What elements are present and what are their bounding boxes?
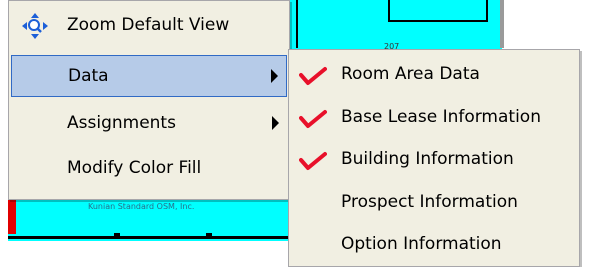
menu-item-label: Zoom Default View — [67, 15, 230, 35]
checkmark-icon — [299, 110, 327, 128]
submenu-item-option-information[interactable]: Option Information — [289, 224, 579, 266]
context-menu: Zoom Default View Data Assignments Modif… — [8, 0, 290, 200]
submenu-item-label: Option Information — [341, 234, 502, 254]
checkmark-icon — [299, 67, 327, 85]
data-submenu: Room Area Data Base Lease Information Bu… — [288, 49, 580, 267]
submenu-item-base-lease-information[interactable]: Base Lease Information — [289, 97, 579, 139]
plan-wall — [8, 236, 288, 239]
submenu-item-label: Room Area Data — [341, 64, 480, 84]
menu-item-assignments[interactable]: Assignments — [11, 102, 287, 144]
submenu-item-prospect-information[interactable]: Prospect Information — [289, 182, 579, 224]
menu-item-data[interactable]: Data — [11, 55, 287, 97]
canvas-right-edge — [500, 0, 504, 48]
menu-item-zoom-default-view[interactable]: Zoom Default View — [11, 4, 287, 46]
submenu-arrow-icon — [271, 69, 278, 83]
menu-item-label: Modify Color Fill — [67, 158, 202, 178]
menu-item-label: Data — [68, 66, 109, 86]
submenu-item-label: Building Information — [341, 149, 514, 169]
checkmark-icon — [299, 152, 327, 170]
submenu-arrow-icon — [272, 116, 279, 130]
menu-item-modify-color-fill[interactable]: Modify Color Fill — [11, 147, 287, 189]
submenu-item-building-information[interactable]: Building Information — [289, 139, 579, 181]
plan-wall — [296, 0, 298, 48]
plan-marker — [206, 233, 212, 239]
menu-item-label: Assignments — [67, 113, 176, 133]
plan-wall — [486, 0, 488, 22]
plan-wall — [388, 0, 390, 22]
zoom-icon — [22, 13, 48, 39]
submenu-item-room-area-data[interactable]: Room Area Data — [289, 54, 579, 96]
plan-wall — [388, 20, 488, 22]
building-owner-label: Kunian Standard OSM, Inc. — [88, 202, 195, 211]
plan-marker — [114, 233, 120, 239]
submenu-item-label: Prospect Information — [341, 192, 518, 212]
submenu-item-label: Base Lease Information — [341, 107, 541, 127]
